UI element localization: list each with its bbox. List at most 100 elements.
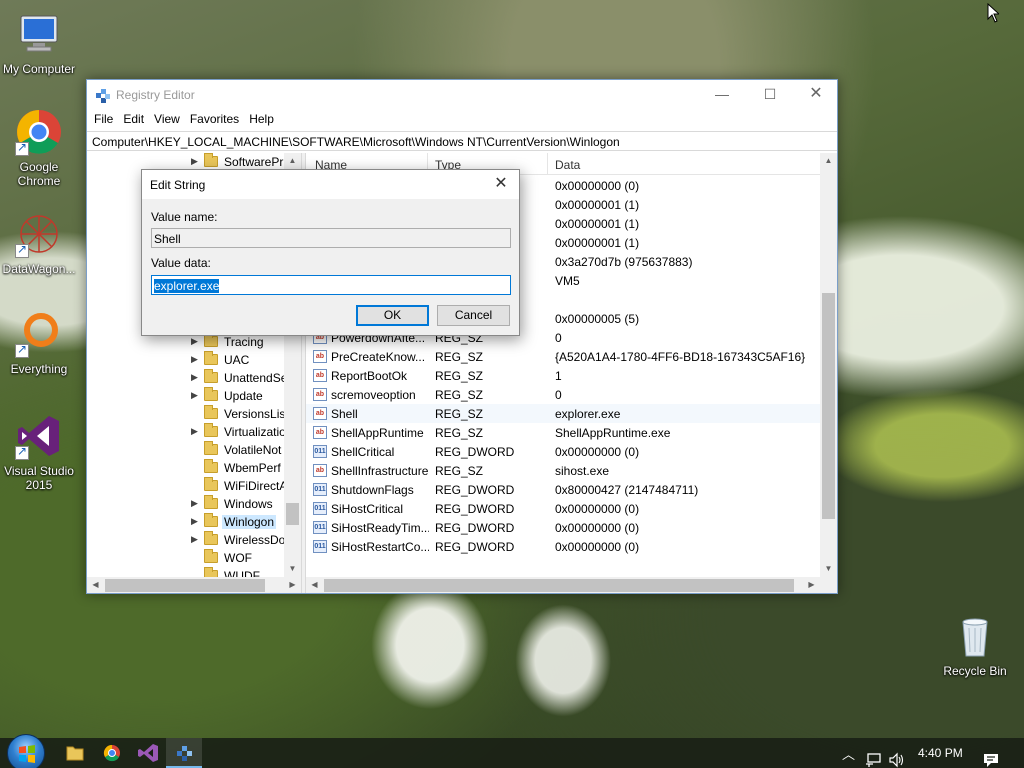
tree-item[interactable]: VolatileNot xyxy=(87,441,287,459)
value-data: 0x00000005 (5) xyxy=(555,312,640,326)
tree-item[interactable]: WiFiDirectA xyxy=(87,477,287,495)
expand-arrow-icon[interactable]: ▶ xyxy=(191,516,198,527)
scroll-down-arrow-icon[interactable]: ▼ xyxy=(820,561,837,577)
list-horizontal-scrollbar[interactable]: ◀ ▶ xyxy=(306,577,837,593)
value-row[interactable]: 011 SiHostReadyTim... REG_DWORD 0x00000000 … xyxy=(306,518,820,537)
scroll-down-arrow-icon[interactable]: ▼ xyxy=(284,561,301,577)
value-name: ShellCritical xyxy=(331,445,395,459)
desktop-icon-google-chrome[interactable]: Google Chrome xyxy=(0,108,81,188)
registry-editor-icon xyxy=(177,746,192,761)
value-type: REG_DWORD xyxy=(435,483,515,497)
minimize-button[interactable]: — xyxy=(699,80,745,110)
clock[interactable]: 4:40 PM xyxy=(918,746,963,768)
expand-arrow-icon[interactable]: ▶ xyxy=(191,336,198,347)
tree-item[interactable]: ▶ Windows xyxy=(87,495,287,513)
folder-icon xyxy=(66,746,84,761)
menu-favorites[interactable]: Favorites xyxy=(185,110,244,130)
computer-icon xyxy=(15,10,63,58)
scroll-thumb[interactable] xyxy=(822,293,835,519)
ok-button[interactable]: OK xyxy=(356,305,429,326)
scroll-right-arrow-icon[interactable]: ▶ xyxy=(803,577,820,593)
expand-arrow-icon[interactable]: ▶ xyxy=(191,390,198,401)
tree-item-label: Virtualizatio xyxy=(224,425,286,439)
value-data-field[interactable]: explorer.exe xyxy=(151,275,511,295)
taskbar-registry-editor[interactable] xyxy=(166,738,202,768)
scroll-up-arrow-icon[interactable]: ▲ xyxy=(820,153,837,169)
desktop-icon-datawagon[interactable]: DataWagon... xyxy=(0,210,81,276)
volume-icon[interactable] xyxy=(888,745,906,768)
value-data: 0 xyxy=(555,388,562,402)
taskbar-chrome[interactable] xyxy=(94,738,130,768)
value-row[interactable]: 011 SiHostRestartCo... REG_DWORD 0x00000000… xyxy=(306,537,820,556)
value-data: 0 xyxy=(555,331,562,345)
dialog-title-bar[interactable]: Edit String ✕ xyxy=(142,170,519,199)
address-bar[interactable]: Computer\HKEY_LOCAL_MACHINE\SOFTWARE\Mic… xyxy=(87,131,837,151)
tree-item[interactable]: WbemPerf xyxy=(87,459,287,477)
tree-item[interactable]: ▶ Virtualizatio xyxy=(87,423,287,441)
tree-item-selected[interactable]: ▶ Winlogon xyxy=(87,513,287,531)
show-hidden-icons-chevron-icon[interactable]: ︿ xyxy=(842,744,855,768)
chrome-icon xyxy=(15,108,63,156)
tree-horizontal-scrollbar[interactable]: ◀ ▶ xyxy=(87,577,301,593)
menu-help[interactable]: Help xyxy=(244,110,279,130)
taskbar-visual-studio[interactable] xyxy=(130,738,166,768)
notifications-icon[interactable] xyxy=(982,745,1000,768)
title-bar[interactable]: Registry Editor — ☐ ✕ xyxy=(87,80,837,110)
tree-item[interactable]: WOF xyxy=(87,549,287,567)
tree-item-label: WiFiDirectA xyxy=(224,479,287,493)
scroll-up-arrow-icon[interactable]: ▲ xyxy=(284,153,301,169)
expand-arrow-icon[interactable]: ▶ xyxy=(191,372,198,383)
column-header-data[interactable]: Data xyxy=(555,158,580,172)
value-type: REG_SZ xyxy=(435,407,484,421)
value-row[interactable]: ab scremoveoption REG_SZ 0 xyxy=(306,385,820,404)
menu-view[interactable]: View xyxy=(149,110,185,130)
value-row[interactable]: 011 SiHostCritical REG_DWORD 0x00000000 (0) xyxy=(306,499,820,518)
tree-item-label: Windows xyxy=(224,497,273,511)
value-name-label: Value name: xyxy=(151,210,218,224)
value-row[interactable]: ab Shell REG_SZ explorer.exe xyxy=(306,404,820,423)
reg-string-icon: ab xyxy=(313,350,327,363)
value-row[interactable]: 011 ShutdownFlags REG_DWORD 0x80000427 (214… xyxy=(306,480,820,499)
value-row[interactable]: ab ReportBootOk REG_SZ 1 xyxy=(306,366,820,385)
taskbar-file-explorer[interactable] xyxy=(57,738,93,768)
reg-dword-icon: 011 xyxy=(313,445,327,458)
network-icon[interactable] xyxy=(864,745,882,768)
close-button[interactable]: ✕ xyxy=(793,80,839,110)
desktop-icon-my-computer[interactable]: My Computer xyxy=(0,10,81,76)
value-row[interactable]: ab ShellAppRuntime REG_SZ ShellAppRuntime.e… xyxy=(306,423,820,442)
value-type: REG_SZ xyxy=(435,350,484,364)
value-name: ReportBootOk xyxy=(331,369,408,383)
desktop-icon-everything[interactable]: Everything xyxy=(0,310,81,376)
value-row[interactable]: ab PreCreateKnow... REG_SZ {A520A1A4-1780-4… xyxy=(306,347,820,366)
menu-file[interactable]: File xyxy=(89,110,118,130)
tree-item[interactable]: ▶ UAC xyxy=(87,351,287,369)
cancel-button[interactable]: Cancel xyxy=(437,305,510,326)
list-vertical-scrollbar[interactable]: ▲ ▼ xyxy=(820,153,837,577)
scroll-left-arrow-icon[interactable]: ◀ xyxy=(87,577,104,593)
tree-item[interactable]: ▶ Update xyxy=(87,387,287,405)
scroll-thumb[interactable] xyxy=(105,579,265,592)
tree-item[interactable]: VersionsList xyxy=(87,405,287,423)
scroll-left-arrow-icon[interactable]: ◀ xyxy=(306,577,323,593)
expand-arrow-icon[interactable]: ▶ xyxy=(191,426,198,437)
tree-item[interactable]: ▶ WirelessDo xyxy=(87,531,287,549)
value-name-field[interactable]: Shell xyxy=(151,228,511,248)
expand-arrow-icon[interactable]: ▶ xyxy=(191,354,198,365)
scroll-thumb[interactable] xyxy=(286,503,299,525)
desktop-icon-visual-studio[interactable]: Visual Studio 2015 xyxy=(0,412,81,492)
reg-dword-icon: 011 xyxy=(313,521,327,534)
dialog-close-button[interactable]: ✕ xyxy=(489,173,513,195)
desktop-icon-recycle-bin[interactable]: Recycle Bin xyxy=(933,612,1017,678)
expand-arrow-icon[interactable]: ▶ xyxy=(191,498,198,509)
value-row[interactable]: ab ShellInfrastructure REG_SZ sihost.exe xyxy=(306,461,820,480)
start-button[interactable] xyxy=(7,734,45,768)
expand-arrow-icon[interactable]: ▶ xyxy=(191,156,198,167)
tree-item[interactable]: ▶ UnattendSe xyxy=(87,369,287,387)
menu-edit[interactable]: Edit xyxy=(118,110,149,130)
value-row[interactable]: 011 ShellCritical REG_DWORD 0x00000000 (0) xyxy=(306,442,820,461)
expand-arrow-icon[interactable]: ▶ xyxy=(191,534,198,545)
scroll-right-arrow-icon[interactable]: ▶ xyxy=(284,577,301,593)
scroll-thumb[interactable] xyxy=(324,579,794,592)
maximize-button[interactable]: ☐ xyxy=(747,80,793,110)
desktop-icon-label: Google Chrome xyxy=(17,160,61,188)
